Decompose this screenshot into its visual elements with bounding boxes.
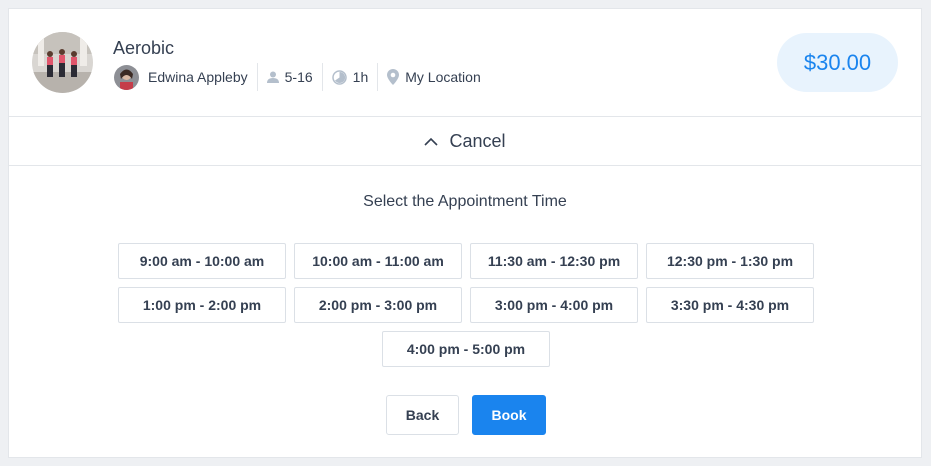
- employee-name: Edwina Appleby: [148, 69, 248, 85]
- capacity-info: 5-16: [256, 63, 322, 91]
- employee-info: Edwina Appleby: [114, 63, 257, 91]
- price-badge: $30.00: [777, 33, 898, 92]
- location-pin-icon: [387, 69, 400, 85]
- book-button[interactable]: Book: [472, 395, 546, 435]
- clock-icon: [331, 69, 347, 85]
- time-slot[interactable]: 2:00 pm - 3:00 pm: [294, 287, 462, 323]
- time-slot[interactable]: 9:00 am - 10:00 am: [118, 243, 286, 279]
- time-slot[interactable]: 3:00 pm - 4:00 pm: [470, 287, 638, 323]
- time-slot[interactable]: 3:30 pm - 4:30 pm: [646, 287, 814, 323]
- booking-card: Aerobic Edwina Appleby 5-16 1h My Locati…: [8, 8, 922, 458]
- time-slot[interactable]: 12:30 pm - 1:30 pm: [646, 243, 814, 279]
- time-slot[interactable]: 1:00 pm - 2:00 pm: [118, 287, 286, 323]
- service-image: [32, 32, 93, 93]
- employee-avatar: [114, 64, 139, 90]
- user-icon: [266, 71, 279, 83]
- back-button[interactable]: Back: [386, 395, 459, 435]
- cancel-button[interactable]: Cancel: [9, 117, 921, 166]
- service-meta: Edwina Appleby 5-16 1h My Location: [114, 63, 490, 91]
- service-title: Aerobic: [113, 38, 175, 58]
- cancel-label: Cancel: [449, 130, 506, 151]
- select-time-heading: Select the Appointment Time: [363, 193, 567, 210]
- time-slot[interactable]: 10:00 am - 11:00 am: [294, 243, 462, 279]
- capacity-value: 5-16: [284, 69, 313, 85]
- time-slot[interactable]: 11:30 am - 12:30 pm: [470, 243, 638, 279]
- employee-avatar-icon: [114, 64, 139, 90]
- chevron-up-icon: [424, 137, 439, 146]
- service-photo-icon: [32, 32, 93, 93]
- duration-info: 1h: [321, 63, 378, 91]
- time-slot[interactable]: 4:00 pm - 5:00 pm: [382, 331, 550, 367]
- duration-value: 1h: [352, 69, 369, 85]
- location-info: My Location: [377, 63, 489, 91]
- service-header: Aerobic Edwina Appleby 5-16 1h My Locati…: [9, 9, 921, 117]
- location-value: My Location: [405, 69, 481, 85]
